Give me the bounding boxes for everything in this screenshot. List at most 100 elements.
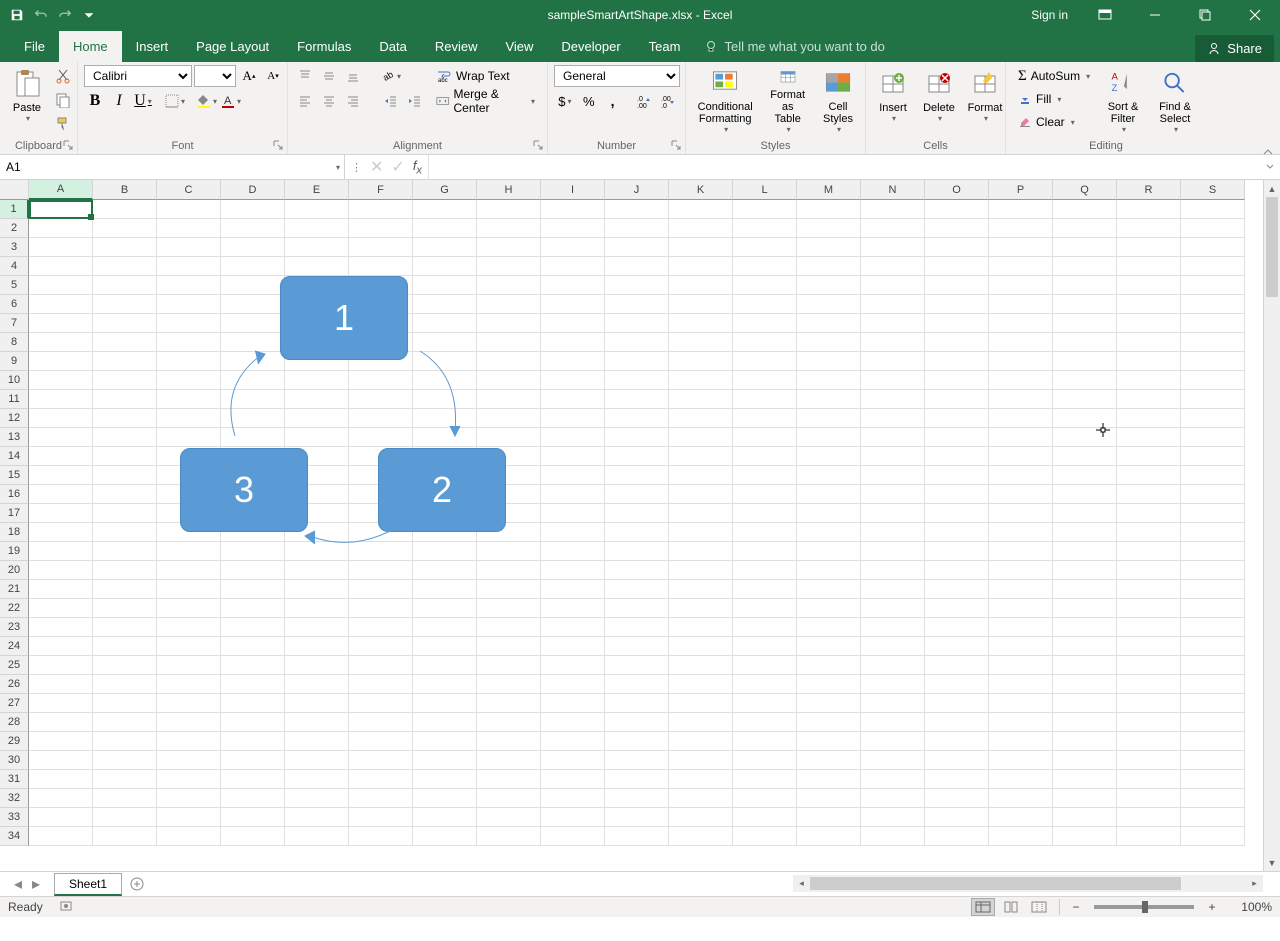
cell[interactable] — [669, 390, 733, 409]
autosum-button[interactable]: ΣAutoSum▾ — [1012, 65, 1096, 87]
cell[interactable] — [797, 732, 861, 751]
cell[interactable] — [1181, 770, 1245, 789]
cell[interactable] — [541, 390, 605, 409]
zoom-slider[interactable] — [1094, 905, 1194, 909]
cell-styles-button[interactable]: Cell Styles▾ — [817, 65, 859, 137]
cell[interactable] — [1053, 352, 1117, 371]
font-color-button[interactable]: A▾ — [220, 90, 242, 112]
cell[interactable] — [1053, 675, 1117, 694]
cell[interactable] — [1053, 428, 1117, 447]
delete-cells-button[interactable]: Delete▾ — [918, 65, 960, 137]
collapse-ribbon-button[interactable] — [1262, 145, 1274, 163]
align-right-button[interactable] — [342, 90, 364, 112]
cell[interactable] — [221, 219, 285, 238]
cell[interactable] — [1117, 295, 1181, 314]
cell[interactable] — [1053, 827, 1117, 846]
cell[interactable] — [93, 238, 157, 257]
cell[interactable] — [925, 238, 989, 257]
cell[interactable] — [925, 656, 989, 675]
cell[interactable] — [733, 561, 797, 580]
cell[interactable] — [989, 485, 1053, 504]
row-header-12[interactable]: 12 — [0, 409, 29, 428]
cell[interactable] — [1053, 523, 1117, 542]
row-header-16[interactable]: 16 — [0, 485, 29, 504]
zoom-out-button[interactable]: − — [1068, 899, 1084, 915]
font-name-select[interactable]: Calibri — [84, 65, 192, 87]
cell[interactable] — [925, 409, 989, 428]
cell[interactable] — [669, 770, 733, 789]
tab-formulas[interactable]: Formulas — [283, 31, 365, 62]
column-header-D[interactable]: D — [221, 180, 285, 200]
hscroll-thumb[interactable] — [810, 877, 1181, 890]
cell[interactable] — [1117, 675, 1181, 694]
cell[interactable] — [221, 618, 285, 637]
cell[interactable] — [285, 827, 349, 846]
row-header-2[interactable]: 2 — [0, 219, 29, 238]
cell[interactable] — [989, 219, 1053, 238]
cell[interactable] — [861, 371, 925, 390]
cell[interactable] — [797, 656, 861, 675]
cell[interactable] — [925, 732, 989, 751]
cell[interactable] — [669, 542, 733, 561]
cell[interactable] — [989, 808, 1053, 827]
cell[interactable] — [861, 504, 925, 523]
cell[interactable] — [925, 713, 989, 732]
cell[interactable] — [93, 618, 157, 637]
cell[interactable] — [349, 770, 413, 789]
cell[interactable] — [989, 618, 1053, 637]
row-header-34[interactable]: 34 — [0, 827, 29, 846]
cell[interactable] — [93, 276, 157, 295]
cell[interactable] — [861, 200, 925, 219]
cell[interactable] — [669, 599, 733, 618]
cell[interactable] — [93, 314, 157, 333]
cell[interactable] — [669, 295, 733, 314]
cell[interactable] — [669, 637, 733, 656]
select-all-corner[interactable] — [0, 180, 29, 200]
cell[interactable] — [797, 276, 861, 295]
cell[interactable] — [221, 770, 285, 789]
cell[interactable] — [93, 295, 157, 314]
cell[interactable] — [157, 808, 221, 827]
cell[interactable] — [349, 200, 413, 219]
cell[interactable] — [605, 428, 669, 447]
cell[interactable] — [349, 789, 413, 808]
cell[interactable] — [1181, 352, 1245, 371]
cell[interactable] — [157, 675, 221, 694]
cell[interactable] — [541, 542, 605, 561]
cell[interactable] — [1181, 561, 1245, 580]
cell[interactable] — [605, 542, 669, 561]
cell[interactable] — [925, 390, 989, 409]
column-header-A[interactable]: A — [29, 180, 93, 200]
cell[interactable] — [93, 599, 157, 618]
cell[interactable] — [989, 200, 1053, 219]
cell[interactable] — [733, 485, 797, 504]
cell[interactable] — [861, 808, 925, 827]
macro-recording-icon[interactable] — [59, 899, 73, 916]
cell[interactable] — [861, 428, 925, 447]
cell[interactable] — [1181, 523, 1245, 542]
cell[interactable] — [605, 580, 669, 599]
cell[interactable] — [541, 789, 605, 808]
cell[interactable] — [861, 732, 925, 751]
row-header-26[interactable]: 26 — [0, 675, 29, 694]
cell[interactable] — [669, 314, 733, 333]
cell[interactable] — [93, 751, 157, 770]
cell[interactable] — [669, 466, 733, 485]
cell[interactable] — [1117, 599, 1181, 618]
cell[interactable] — [605, 276, 669, 295]
cell[interactable] — [541, 656, 605, 675]
cell[interactable] — [29, 694, 93, 713]
cell[interactable] — [541, 219, 605, 238]
cell[interactable] — [477, 580, 541, 599]
cell[interactable] — [1117, 428, 1181, 447]
cell[interactable] — [285, 713, 349, 732]
cell[interactable] — [1181, 409, 1245, 428]
cell[interactable] — [925, 219, 989, 238]
cell[interactable] — [605, 371, 669, 390]
cell[interactable] — [1181, 371, 1245, 390]
cell[interactable] — [477, 675, 541, 694]
cell[interactable] — [93, 257, 157, 276]
cell[interactable] — [29, 314, 93, 333]
cell[interactable] — [605, 618, 669, 637]
cell[interactable] — [541, 485, 605, 504]
